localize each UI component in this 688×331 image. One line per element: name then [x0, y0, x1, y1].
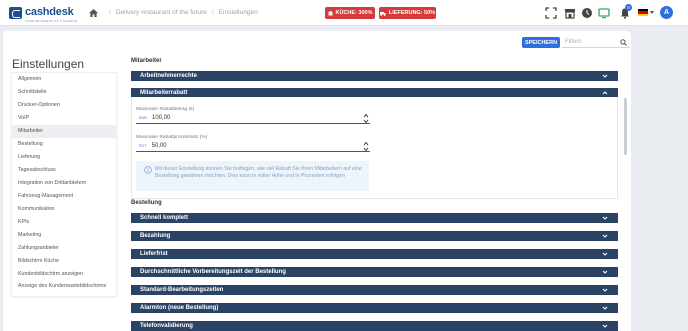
sidebar-item[interactable]: Lieferung	[12, 151, 116, 164]
accordion-label: Arbeitnehmerrechte	[140, 73, 198, 79]
kitchen-icon	[328, 10, 332, 15]
sidebar-item[interactable]: Drucker-Optionen	[12, 99, 116, 112]
sidebar-item[interactable]: VoIP	[12, 112, 116, 125]
accordion-label: Standard-Bearbeitungszeiten	[140, 287, 224, 293]
chevron-up-icon	[602, 91, 608, 95]
accordion-bestellung[interactable]: Bezahlung	[131, 231, 618, 241]
chevron-down-icon	[602, 324, 608, 328]
section-label-bestellung: Bestellung	[131, 200, 162, 206]
sidebar-item[interactable]: Kundenbildschirm anzeigen	[12, 267, 116, 280]
settings-sidebar: Allgemein Schnittstelle Drucker-Optionen Vo…	[11, 72, 117, 297]
store-icon[interactable]	[564, 7, 576, 19]
logo-mark-icon	[9, 6, 22, 19]
delivery-icon	[379, 11, 386, 16]
avatar[interactable]: A	[660, 6, 673, 19]
accordion-arbeitnehmerrechte[interactable]: Arbeitnehmerrechte	[131, 71, 618, 81]
sidebar-item[interactable]: Tagesabschluss	[12, 164, 116, 177]
sidebar-item[interactable]: Zahlungsanbieter	[12, 241, 116, 254]
sidebar-item[interactable]: Integration von Drittanbietern	[12, 177, 116, 190]
max-amount-field[interactable]: EUR 100,00	[136, 113, 370, 124]
chevron-down-icon	[602, 270, 608, 274]
max-amount-label: Maximaler Rabattbetrag (€)	[136, 107, 195, 112]
logo-tagline: YOUR BUSINESS AT A GLANCE	[25, 18, 78, 23]
max-percent-label: Maximaler Rabattprozentsatz (%)	[136, 135, 208, 140]
section-label-mitarbeiter: Mitarbeiter	[131, 58, 162, 64]
percent-prefix: PCT	[139, 144, 147, 148]
stepper-icon[interactable]	[363, 141, 369, 152]
delivery-load-label: LIEFERUNG: 50%	[388, 10, 436, 16]
monitor-icon[interactable]	[598, 7, 610, 19]
chevron-down-icon	[602, 288, 608, 292]
search-icon[interactable]	[620, 39, 627, 46]
language-chevron-down-icon[interactable]	[650, 11, 654, 14]
sidebar-item[interactable]: KPIs	[12, 215, 116, 228]
clock-icon[interactable]	[581, 7, 593, 19]
sidebar-item[interactable]: Marketing	[12, 228, 116, 241]
accordion-bestellung[interactable]: Standard-Bearbeitungszeiten	[131, 285, 618, 295]
sidebar-item[interactable]: Allgemein	[12, 73, 116, 86]
max-percent-field[interactable]: PCT 50,00	[136, 141, 370, 152]
save-button[interactable]: SPEICHERN	[522, 37, 560, 48]
max-percent-value: 50,00	[151, 143, 167, 149]
breadcrumb-current: Einstellungen	[218, 9, 258, 16]
accordion-label: Alarmton (neue Bestellung)	[140, 305, 219, 311]
chevron-down-icon	[602, 306, 608, 310]
sidebar-item[interactable]: Bildschirm Küche	[12, 254, 116, 267]
sidebar-item[interactable]: Kommunikation	[12, 202, 116, 215]
sidebar-item[interactable]: Bestellung	[12, 138, 116, 151]
accordion-label: Mitarbeiterrabatt	[140, 90, 188, 96]
sidebar-item[interactable]: Anzeige des Kundenwartebildschirms	[12, 280, 116, 293]
accordion-bestellung[interactable]: Durchschnittliche Vorbereitungszeit der …	[131, 267, 618, 277]
breadcrumb: / Delivery restaurant of the future / Ei…	[89, 8, 258, 17]
filter-placeholder: Filtern	[565, 39, 582, 45]
sidebar-item[interactable]: Schnittstelle	[12, 86, 116, 99]
sidebar-item[interactable]: Mitarbeiter	[12, 124, 116, 138]
accordion-label: Lieferfrist	[140, 251, 168, 257]
sidebar-item[interactable]: Fahrzeug-Management	[12, 189, 116, 202]
chevron-down-icon	[602, 216, 608, 220]
chevron-down-icon	[602, 74, 608, 78]
currency-prefix: EUR	[139, 116, 148, 120]
logo-name: cashdesk	[25, 5, 74, 18]
scrollbar[interactable]	[624, 98, 627, 155]
info-text: Mit dieser Einstellung können Sie festle…	[155, 166, 362, 179]
kitchen-load-badge[interactable]: KÜCHE: 300%	[325, 7, 375, 19]
page-title: Einstellungen	[12, 57, 85, 71]
breadcrumb-separator: /	[211, 9, 214, 16]
accordion-label: Bezahlung	[140, 233, 171, 239]
breadcrumb-restaurant[interactable]: Delivery restaurant of the future	[116, 9, 207, 16]
chevron-down-icon	[602, 252, 608, 256]
app-logo[interactable]: cashdesk YOUR BUSINESS AT A GLANCE	[9, 3, 89, 23]
accordion-label: Schnell komplett	[140, 215, 189, 221]
accordion-label: Durchschnittliche Vorbereitungszeit der …	[140, 269, 286, 275]
max-amount-value: 100,00	[152, 115, 171, 121]
info-box: Mit dieser Einstellung können Sie festle…	[136, 161, 369, 191]
accordion-bestellung[interactable]: Lieferfrist	[131, 249, 618, 259]
flag-de-icon[interactable]	[638, 9, 648, 16]
accordion-bestellung[interactable]: Telefonvalidierung	[131, 321, 618, 331]
breadcrumb-separator: /	[109, 9, 111, 16]
fullscreen-icon[interactable]	[545, 7, 557, 19]
home-icon[interactable]	[89, 8, 98, 17]
info-icon	[144, 166, 152, 174]
chevron-down-icon	[602, 234, 608, 238]
filter-input[interactable]: Filtern	[562, 37, 630, 48]
accordion-bestellung[interactable]: Schnell komplett	[131, 213, 618, 223]
kitchen-load-label: KÜCHE: 300%	[335, 10, 373, 16]
accordion-label: Telefonvalidierung	[140, 323, 193, 329]
notification-count: 0	[625, 4, 632, 11]
delivery-load-badge[interactable]: LIEFERUNG: 50%	[379, 7, 436, 19]
stepper-icon[interactable]	[363, 113, 369, 124]
accordion-bestellung[interactable]: Alarmton (neue Bestellung)	[131, 303, 618, 313]
